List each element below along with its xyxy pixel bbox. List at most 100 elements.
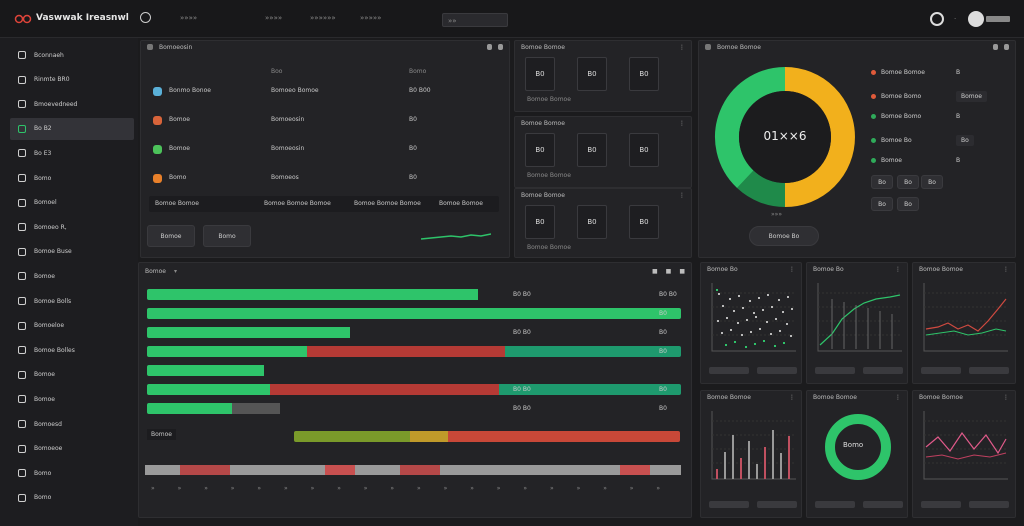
chart-icon	[705, 44, 711, 50]
kpi-panel-2: Bomoe Bomoe ⋮ B0 B0 B0 Bomoe Bomoe	[514, 116, 692, 188]
progress-title: Bomoe	[145, 267, 166, 275]
sidebar-item-1[interactable]: Bconnaeh	[10, 44, 134, 66]
filter-chip[interactable]: Bo	[921, 175, 943, 189]
settings-icon[interactable]	[930, 12, 944, 26]
kpi-value: B0	[525, 57, 555, 91]
stack-icon	[18, 272, 26, 281]
progress-bar	[147, 289, 681, 300]
avatar[interactable]	[968, 11, 984, 27]
sidebar-item-8[interactable]: Bomoeo R,	[10, 216, 134, 238]
table-row[interactable]: Bonmo Bonoe Bomoeo Bomoe B0 B00	[149, 81, 499, 101]
sidebar-item-11[interactable]: Bomoe Bolls	[10, 290, 134, 312]
sidebar-item-15[interactable]: Bomoe	[10, 388, 134, 410]
sidebar-item-5[interactable]: Bo E3	[10, 142, 134, 164]
more-icon[interactable]	[1004, 44, 1009, 50]
progress-value: B0 B0	[513, 329, 531, 336]
user-menu[interactable]	[986, 16, 1010, 22]
table-action-button-2[interactable]: Bomo	[203, 225, 251, 247]
axis-tick: »	[550, 485, 554, 492]
sidebar-item-10[interactable]: Bomoe	[10, 265, 134, 287]
legend-item: Bomoe Bomo Bomoe	[871, 91, 1007, 102]
sidebar-item-label: Bomo	[34, 469, 52, 477]
donut-action-button[interactable]: Bomoe Bo	[749, 226, 819, 246]
row-detail: Bomoeos	[271, 174, 299, 181]
sidebar-item-13[interactable]: Bomoe Bolles	[10, 339, 134, 361]
sidebar-item-7[interactable]: Bomoel	[10, 192, 134, 214]
panel-menu-icon[interactable]: ⋮	[789, 394, 795, 401]
axis-tick: »	[363, 485, 368, 492]
top-dropdown[interactable]: »»	[442, 13, 508, 27]
mini-chart-panel-6: Bomoe Bomoe ⋮	[912, 390, 1016, 518]
sidebar-item-3[interactable]: Bmoevedneed	[10, 93, 134, 115]
panel-menu-icon[interactable]: ⋮	[679, 120, 685, 127]
sidebar-item-17[interactable]: Bomoeoe	[10, 438, 134, 460]
sidebar-item-18[interactable]: Bomo	[10, 462, 134, 484]
gear-icon	[18, 420, 26, 428]
sidebar-item-9[interactable]: Bomoe Buse	[10, 241, 134, 263]
sidebar-item-16[interactable]: Bomoesd	[10, 413, 134, 435]
menu-item-3[interactable]: »»»»»»	[310, 14, 336, 22]
folder-icon	[18, 370, 26, 379]
progress-bar	[147, 327, 681, 338]
sidebar-item-4[interactable]: Bo B2	[10, 117, 134, 140]
axis-tick: »	[177, 485, 182, 492]
row-detail: Bomoeosin	[271, 116, 305, 123]
row-value: B0	[409, 145, 417, 152]
mini-chart-bars	[711, 411, 796, 480]
menu-item-2[interactable]: »»»»	[265, 14, 282, 22]
panel-menu-icon[interactable]: ⋮	[1003, 266, 1009, 273]
filter-icon[interactable]	[487, 44, 492, 50]
filter-chip[interactable]: Bo	[897, 175, 919, 189]
table-action-button-1[interactable]: Bomoe	[147, 225, 195, 247]
axis-tick: »	[310, 485, 315, 492]
panel-menu-icon[interactable]: ⋮	[1003, 394, 1009, 401]
panel-menu-icon[interactable]: ⋮	[895, 266, 901, 273]
kpi-value: B0	[577, 133, 607, 167]
axis-tick: »	[576, 485, 581, 492]
sidebar-item-label: Bomoeo R,	[34, 223, 67, 231]
clock-icon	[18, 247, 26, 256]
donut-title: Bomoe Bomoe	[717, 43, 761, 51]
view-toggle-3[interactable]: ■	[679, 268, 685, 275]
kpi-panel-3: Bomoe Bomoe ⋮ B0 B0 B0 Bomoe Bomoe	[514, 188, 692, 258]
panel-menu-icon[interactable]: ⋮	[895, 394, 901, 401]
sidebar-item-2[interactable]: Rinmte BR0	[10, 69, 134, 91]
view-toggle-1[interactable]: ■	[652, 268, 658, 275]
table-row[interactable]: Bomoe Bomoeosin B0	[149, 139, 499, 159]
legend-dot-icon	[871, 158, 876, 163]
panel-menu-icon[interactable]: ⋮	[679, 192, 685, 199]
progress-bar	[147, 403, 681, 414]
mini-chart-legend-chip	[921, 367, 961, 374]
mini-chart-line-red	[923, 283, 1008, 352]
filter-icon[interactable]	[993, 44, 998, 50]
file-icon	[18, 223, 26, 232]
chevron-down-icon[interactable]: ▾	[174, 268, 177, 275]
row-detail: Bomoeo Bomoe	[271, 87, 319, 94]
col-header-1: Boo	[271, 68, 283, 75]
sidebar-item-12[interactable]: Bomoeloe	[10, 315, 134, 337]
mini-chart-legend-chip	[757, 367, 797, 374]
menu-item-1[interactable]: »»»»	[180, 14, 197, 22]
table-row[interactable]: Bomo Bomoeos B0	[149, 168, 499, 188]
axis-tick: »	[257, 485, 262, 492]
mini-chart-panel-2: Bomoe Bo ⋮	[806, 262, 908, 384]
table-row[interactable]: Bomoe Bomoeosin B0	[149, 110, 499, 130]
sidebar-item-19[interactable]: Bomo	[10, 487, 134, 509]
monitor-icon	[18, 75, 26, 84]
menu-item-4[interactable]: »»»»»	[360, 14, 381, 22]
more-icon[interactable]	[498, 44, 503, 50]
panel-menu-icon[interactable]: ⋮	[679, 44, 685, 51]
filter-chip[interactable]: Bo	[871, 175, 893, 189]
clock-icon[interactable]	[140, 12, 151, 23]
sidebar-item-14[interactable]: Bomoe	[10, 364, 134, 386]
sidebar-item-label: Bomoeloe	[34, 322, 65, 330]
filter-chip[interactable]: Bo	[897, 197, 919, 211]
progress-right-value: B0	[659, 329, 667, 336]
panel-menu-icon[interactable]: ⋮	[789, 266, 795, 273]
filter-chip[interactable]: Bo	[871, 197, 893, 211]
mini-chart-legend-chip	[815, 501, 855, 508]
cube-icon	[18, 174, 26, 182]
row-name: Bonmo Bonoe	[169, 87, 211, 94]
sidebar-item-6[interactable]: Bomo	[10, 167, 134, 189]
view-toggle-2[interactable]: ■	[666, 268, 672, 275]
